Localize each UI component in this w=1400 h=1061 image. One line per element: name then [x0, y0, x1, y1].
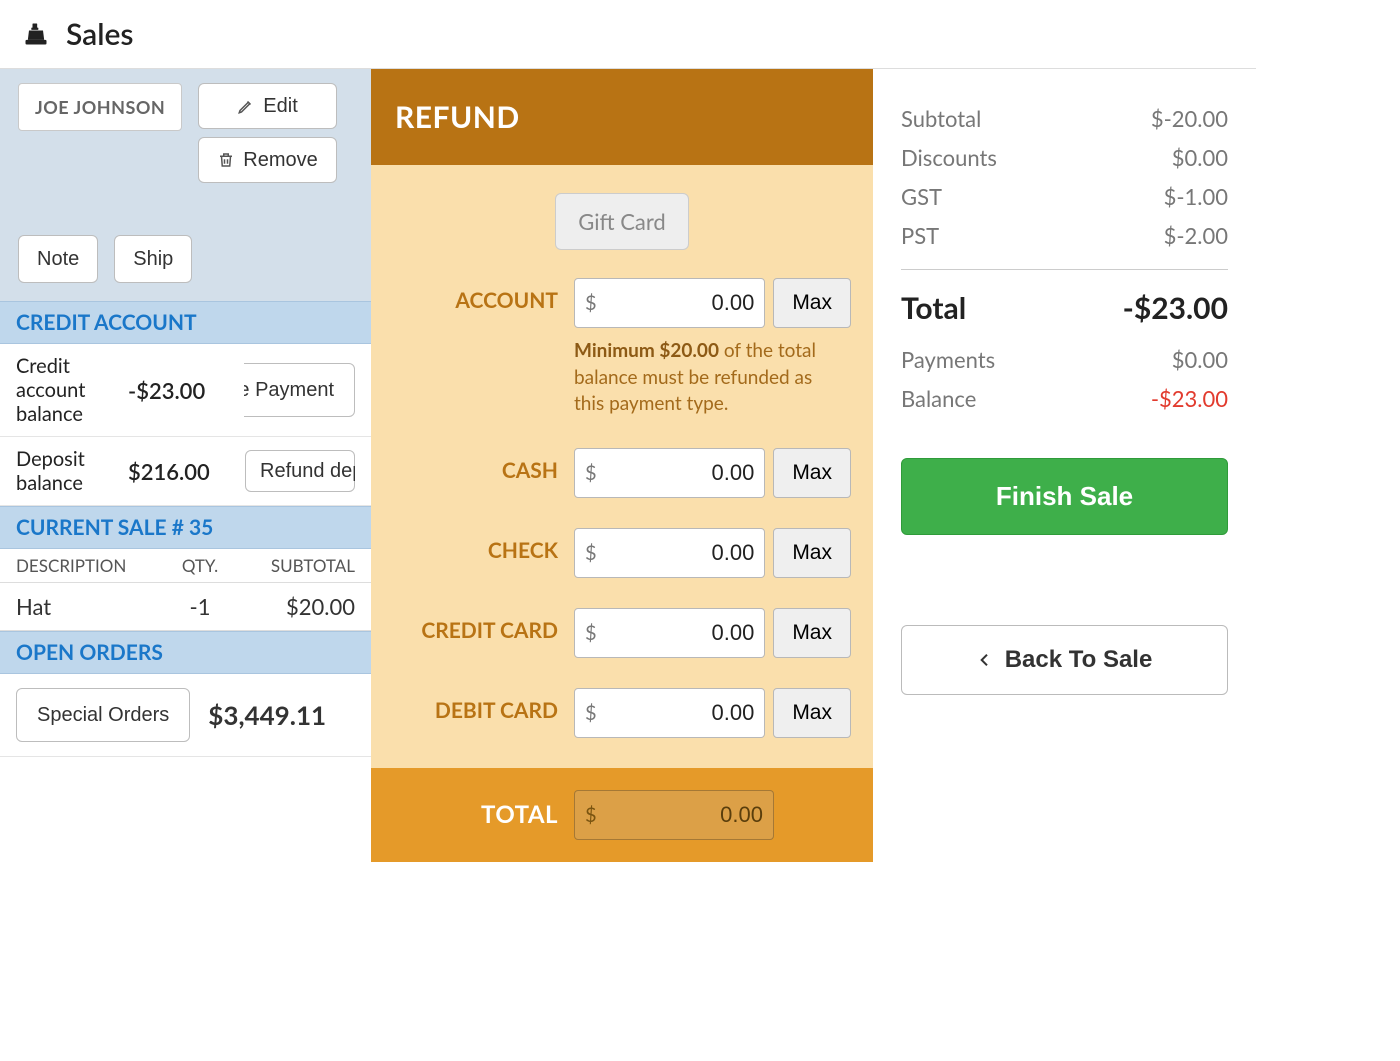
- refund-total-input[interactable]: $: [574, 790, 774, 840]
- account-label: ACCOUNT: [393, 278, 558, 313]
- gift-card-button: Gift Card: [555, 193, 688, 250]
- refund-total-bar: TOTAL $: [371, 768, 873, 862]
- cash-label: CASH: [393, 448, 558, 483]
- summary-panel: Subtotal $-20.00 Discounts $0.00 GST $-1…: [873, 69, 1256, 695]
- refund-deposit-button[interactable]: Refund deposit: [245, 450, 355, 492]
- account-minimum-note: Minimum $20.00 of the total balance must…: [574, 338, 834, 418]
- credit-account-header: CREDIT ACCOUNT: [0, 301, 371, 344]
- account-max-button[interactable]: Max: [773, 278, 851, 328]
- back-label: Back To Sale: [1005, 646, 1153, 674]
- finish-sale-button[interactable]: Finish Sale: [901, 458, 1228, 535]
- refund-account-row: ACCOUNT $ Max Minimum $20.00 of the tota…: [393, 278, 851, 418]
- cash-amount-input[interactable]: $: [574, 448, 765, 498]
- check-label: CHECK: [393, 528, 558, 563]
- credit-card-amount-input[interactable]: $: [574, 608, 765, 658]
- refund-header: REFUND: [371, 69, 873, 165]
- refund-credit-card-row: CREDIT CARD $ Max: [393, 608, 851, 658]
- account-amount-input[interactable]: $: [574, 278, 765, 328]
- remove-customer-button[interactable]: Remove: [198, 137, 336, 183]
- deposit-balance-label: Deposit balance: [16, 447, 116, 495]
- refund-debit-card-row: DEBIT CARD $ Max: [393, 688, 851, 738]
- open-orders-row: Special Orders $3,449.11: [0, 674, 371, 757]
- col-subtotal: SUBTOTAL: [235, 555, 355, 576]
- check-max-button[interactable]: Max: [773, 528, 851, 578]
- col-qty: QTY.: [165, 555, 235, 576]
- page-title: Sales: [66, 16, 134, 52]
- summary-pst: PST $-2.00: [901, 216, 1228, 255]
- account-amount-field[interactable]: [603, 290, 755, 316]
- col-description: DESCRIPTION: [16, 555, 165, 576]
- cash-amount-field[interactable]: [603, 460, 755, 486]
- remove-label: Remove: [243, 148, 317, 172]
- debit-card-label: DEBIT CARD: [393, 688, 558, 723]
- credit-card-max-button[interactable]: Max: [773, 608, 851, 658]
- summary-divider: [901, 269, 1228, 270]
- left-panel: JOE JOHNSON Edit: [0, 69, 371, 757]
- deposit-balance-value: $216.00: [128, 458, 232, 485]
- item-desc: Hat: [16, 593, 165, 620]
- item-sub: $20.00: [235, 593, 355, 620]
- sale-table-header: DESCRIPTION QTY. SUBTOTAL: [0, 549, 371, 583]
- refund-cash-row: CASH $ Max: [393, 448, 851, 498]
- back-to-sale-button[interactable]: Back To Sale: [901, 625, 1228, 695]
- credit-balance-label: Credit account balance: [16, 354, 116, 426]
- page-header: Sales: [0, 0, 1256, 69]
- refund-panel: REFUND Gift Card ACCOUNT $ Max: [371, 69, 873, 862]
- check-amount-field[interactable]: [603, 540, 755, 566]
- pencil-icon: [237, 97, 255, 115]
- cash-max-button[interactable]: Max: [773, 448, 851, 498]
- summary-gst: GST $-1.00: [901, 177, 1228, 216]
- summary-payments: Payments $0.00: [901, 340, 1228, 379]
- credit-balance-value: -$23.00: [128, 377, 232, 404]
- edit-customer-button[interactable]: Edit: [198, 83, 336, 129]
- note-button[interactable]: Note: [18, 235, 98, 283]
- summary-discounts: Discounts $0.00: [901, 138, 1228, 177]
- make-payment-button[interactable]: Make Payment: [244, 363, 355, 417]
- debit-card-amount-field[interactable]: [603, 700, 755, 726]
- ship-button[interactable]: Ship: [114, 235, 192, 283]
- customer-name[interactable]: JOE JOHNSON: [18, 83, 182, 131]
- chevron-left-icon: [977, 650, 993, 670]
- trash-icon: [217, 151, 235, 169]
- summary-total: Total -$23.00: [901, 284, 1228, 340]
- credit-card-amount-field[interactable]: [603, 620, 755, 646]
- current-sale-header: CURRENT SALE # 35: [0, 506, 371, 549]
- credit-card-label: CREDIT CARD: [393, 608, 558, 643]
- debit-card-amount-input[interactable]: $: [574, 688, 765, 738]
- edit-label: Edit: [263, 94, 297, 118]
- check-amount-input[interactable]: $: [574, 528, 765, 578]
- currency-symbol: $: [585, 291, 597, 315]
- summary-subtotal: Subtotal $-20.00: [901, 99, 1228, 138]
- item-qty: -1: [165, 593, 235, 620]
- refund-total-label: TOTAL: [393, 800, 558, 829]
- refund-total-field[interactable]: [603, 802, 763, 828]
- special-orders-button[interactable]: Special Orders: [16, 688, 190, 742]
- debit-card-max-button[interactable]: Max: [773, 688, 851, 738]
- open-orders-total: $3,449.11: [208, 699, 326, 731]
- open-orders-header: OPEN ORDERS: [0, 631, 371, 674]
- summary-balance: Balance -$23.00: [901, 379, 1228, 418]
- credit-balance-row: Credit account balance -$23.00 Make Paym…: [0, 344, 371, 437]
- sale-line-item[interactable]: Hat -1 $20.00: [0, 583, 371, 631]
- deposit-balance-row: Deposit balance $216.00 Refund deposit: [0, 437, 371, 506]
- cash-register-icon: [22, 20, 50, 48]
- refund-check-row: CHECK $ Max: [393, 528, 851, 578]
